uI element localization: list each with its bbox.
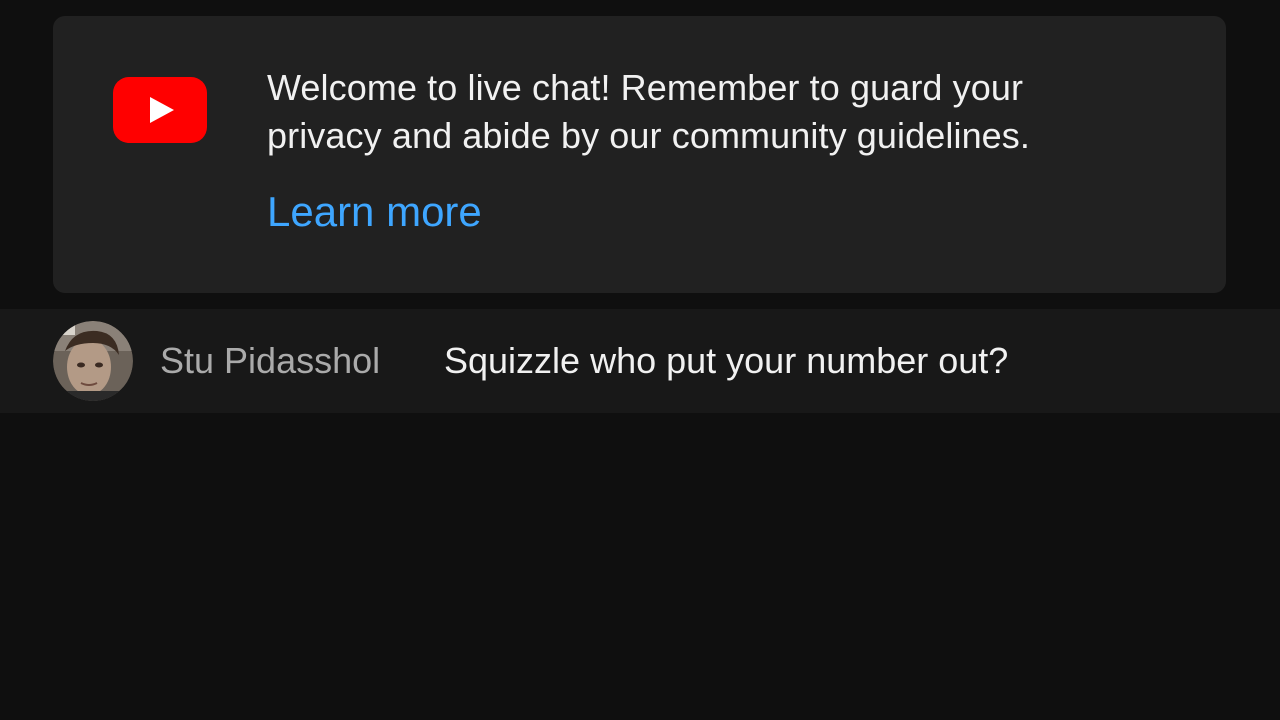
welcome-line-1: Welcome to live chat! Remember to guard … [267, 67, 1024, 108]
live-chat-panel: Welcome to live chat! Remember to guard … [0, 0, 1280, 720]
welcome-banner: Welcome to live chat! Remember to guard … [53, 16, 1226, 293]
user-avatar[interactable] [53, 321, 133, 401]
chat-message[interactable]: Stu Pidasshol Squizzle who put your numb… [0, 309, 1280, 413]
welcome-message: Welcome to live chat! Remember to guard … [267, 64, 1167, 160]
author-name[interactable]: Stu Pidasshol [160, 337, 380, 385]
youtube-logo-icon [113, 77, 207, 143]
welcome-line-2: privacy and abide by our community guide… [267, 115, 1031, 156]
message-text: Squizzle who put your number out? [444, 340, 1009, 381]
learn-more-link[interactable]: Learn more [267, 184, 482, 240]
